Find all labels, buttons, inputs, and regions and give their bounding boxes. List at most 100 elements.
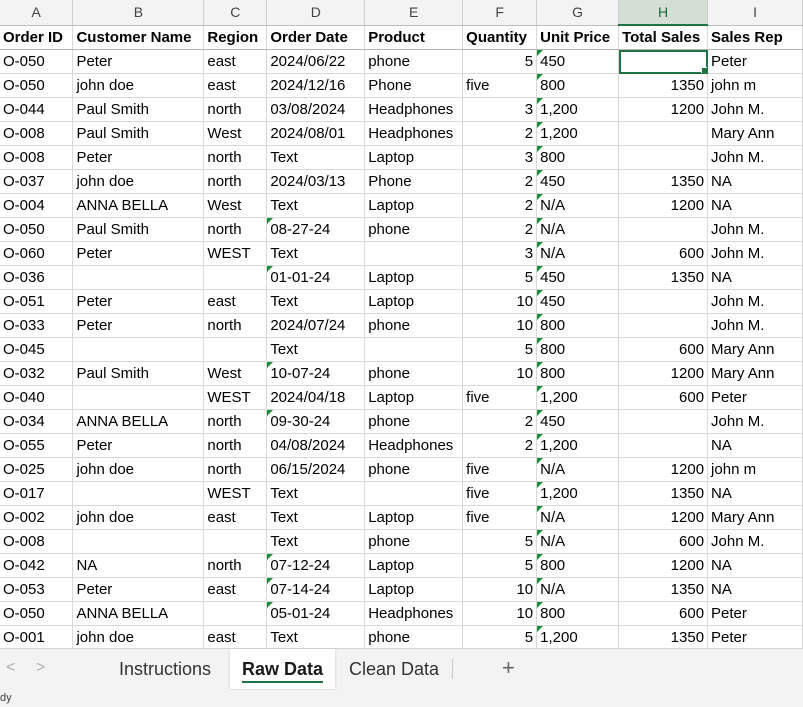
cell-b9[interactable]: Paul Smith <box>72 217 205 242</box>
cell-d18[interactable]: 04/08/2024 <box>266 433 366 458</box>
cell-b13[interactable]: Peter <box>72 313 205 338</box>
cell-c8[interactable]: West <box>203 193 268 218</box>
cell-g7[interactable]: 450 <box>536 169 620 194</box>
header-cell[interactable]: Customer Name <box>72 25 205 50</box>
cell-e26[interactable]: phone <box>364 625 464 648</box>
cell-g11[interactable]: 450 <box>536 265 620 290</box>
cell-h14[interactable]: 600 <box>618 337 709 362</box>
cell-f21[interactable]: five <box>462 505 538 530</box>
cell-g6[interactable]: 800 <box>536 145 620 170</box>
cell-f20[interactable]: five <box>462 481 538 506</box>
cell-h6[interactable] <box>618 145 709 170</box>
cell-d13[interactable]: 2024/07/24 <box>266 313 366 338</box>
cell-h9[interactable] <box>618 217 709 242</box>
cell-a16[interactable]: O-040 <box>0 385 74 410</box>
cell-g9[interactable]: N/A <box>536 217 620 242</box>
cell-g21[interactable]: N/A <box>536 505 620 530</box>
cell-b24[interactable]: Peter <box>72 577 205 602</box>
cell-b7[interactable]: john doe <box>72 169 205 194</box>
cell-g2[interactable]: 450 <box>536 49 620 74</box>
cell-b5[interactable]: Paul Smith <box>72 121 205 146</box>
cell-i24[interactable]: NA <box>707 577 803 602</box>
cell-c26[interactable]: east <box>203 625 268 648</box>
cell-b3[interactable]: john doe <box>72 73 205 98</box>
cell-i9[interactable]: John M. <box>707 217 803 242</box>
cell-i22[interactable]: John M. <box>707 529 803 554</box>
tab-scroll-left-icon[interactable]: < <box>6 659 15 677</box>
cell-e12[interactable]: Laptop <box>364 289 464 314</box>
cell-f3[interactable]: five <box>462 73 538 98</box>
cell-f14[interactable]: 5 <box>462 337 538 362</box>
cell-c13[interactable]: north <box>203 313 268 338</box>
cell-e20[interactable] <box>364 481 464 506</box>
cell-b12[interactable]: Peter <box>72 289 205 314</box>
cell-d5[interactable]: 2024/08/01 <box>266 121 366 146</box>
cell-a13[interactable]: O-033 <box>0 313 74 338</box>
cell-h23[interactable]: 1200 <box>618 553 709 578</box>
cell-a15[interactable]: O-032 <box>0 361 74 386</box>
cell-h16[interactable]: 600 <box>618 385 709 410</box>
cell-h10[interactable]: 600 <box>618 241 709 266</box>
add-sheet-icon[interactable]: + <box>502 655 515 681</box>
cell-e13[interactable]: phone <box>364 313 464 338</box>
cell-g19[interactable]: N/A <box>536 457 620 482</box>
column-letter-a[interactable]: A <box>0 0 74 26</box>
cell-h12[interactable] <box>618 289 709 314</box>
cell-c23[interactable]: north <box>203 553 268 578</box>
tab-clean-data[interactable]: Clean Data <box>340 649 448 689</box>
header-cell[interactable]: Region <box>203 25 268 50</box>
cell-a22[interactable]: O-008 <box>0 529 74 554</box>
cell-h3[interactable]: 1350 <box>618 73 709 98</box>
cell-f8[interactable]: 2 <box>462 193 538 218</box>
cell-e23[interactable]: Laptop <box>364 553 464 578</box>
cell-c16[interactable]: WEST <box>203 385 268 410</box>
cell-e15[interactable]: phone <box>364 361 464 386</box>
cell-e5[interactable]: Headphones <box>364 121 464 146</box>
cell-h26[interactable]: 1350 <box>618 625 709 648</box>
cell-b17[interactable]: ANNA BELLA <box>72 409 205 434</box>
cell-e2[interactable]: phone <box>364 49 464 74</box>
cell-e10[interactable] <box>364 241 464 266</box>
cell-d11[interactable]: 01-01-24 <box>266 265 366 290</box>
cell-f16[interactable]: five <box>462 385 538 410</box>
cell-b19[interactable]: john doe <box>72 457 205 482</box>
cell-f5[interactable]: 2 <box>462 121 538 146</box>
cell-i20[interactable]: NA <box>707 481 803 506</box>
cell-d4[interactable]: 03/08/2024 <box>266 97 366 122</box>
cell-c15[interactable]: West <box>203 361 268 386</box>
cell-i13[interactable]: John M. <box>707 313 803 338</box>
cell-h4[interactable]: 1200 <box>618 97 709 122</box>
cell-b4[interactable]: Paul Smith <box>72 97 205 122</box>
cell-h17[interactable] <box>618 409 709 434</box>
cell-e24[interactable]: Laptop <box>364 577 464 602</box>
cell-a26[interactable]: O-001 <box>0 625 74 648</box>
cell-c2[interactable]: east <box>203 49 268 74</box>
cell-g10[interactable]: N/A <box>536 241 620 266</box>
cell-f26[interactable]: 5 <box>462 625 538 648</box>
cell-i14[interactable]: Mary Ann <box>707 337 803 362</box>
cell-g3[interactable]: 800 <box>536 73 620 98</box>
column-letter-i[interactable]: I <box>707 0 803 26</box>
cell-c19[interactable]: north <box>203 457 268 482</box>
cell-f12[interactable]: 10 <box>462 289 538 314</box>
cell-e7[interactable]: Phone <box>364 169 464 194</box>
cell-a6[interactable]: O-008 <box>0 145 74 170</box>
column-letter-h[interactable]: H <box>618 0 709 26</box>
header-cell[interactable]: Order ID <box>0 25 74 50</box>
cell-h15[interactable]: 1200 <box>618 361 709 386</box>
cell-e16[interactable]: Laptop <box>364 385 464 410</box>
cell-i25[interactable]: Peter <box>707 601 803 626</box>
cell-b22[interactable] <box>72 529 205 554</box>
cell-d15[interactable]: 10-07-24 <box>266 361 366 386</box>
cell-c5[interactable]: West <box>203 121 268 146</box>
cell-g18[interactable]: 1,200 <box>536 433 620 458</box>
cell-b15[interactable]: Paul Smith <box>72 361 205 386</box>
cell-a24[interactable]: O-053 <box>0 577 74 602</box>
cell-i18[interactable]: NA <box>707 433 803 458</box>
cell-h19[interactable]: 1200 <box>618 457 709 482</box>
cell-a18[interactable]: O-055 <box>0 433 74 458</box>
cell-d6[interactable]: Text <box>266 145 366 170</box>
cell-g5[interactable]: 1,200 <box>536 121 620 146</box>
cell-b16[interactable] <box>72 385 205 410</box>
cell-f10[interactable]: 3 <box>462 241 538 266</box>
